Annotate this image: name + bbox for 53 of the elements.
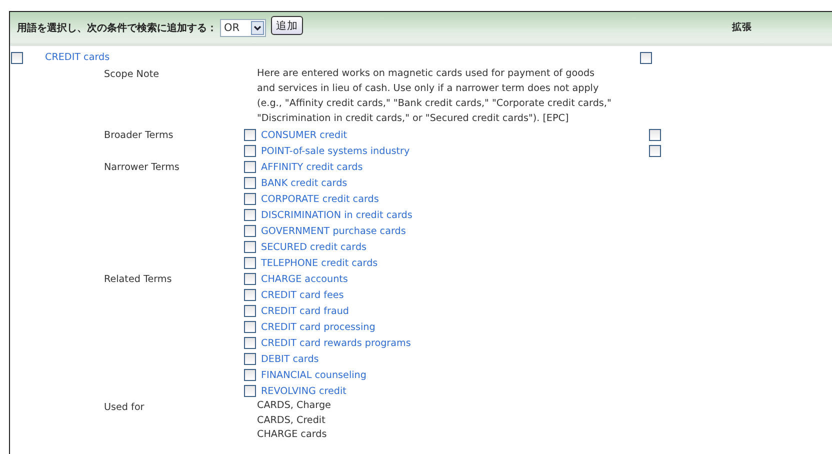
checkbox[interactable] <box>244 241 256 253</box>
checkbox[interactable] <box>244 209 256 221</box>
operator-select[interactable]: OR <box>220 18 266 36</box>
term-link[interactable]: SECURED credit cards <box>261 242 367 252</box>
term-link[interactable]: CONSUMER credit <box>261 130 348 140</box>
term-link[interactable]: CREDIT card fees <box>261 290 344 300</box>
checkbox[interactable] <box>244 369 256 381</box>
section-label: Related Terms <box>104 273 173 287</box>
checkbox[interactable] <box>244 129 256 141</box>
instruction-label: 用語を選択し、次の条件で検索に追加する： <box>17 22 217 34</box>
section-label: Broader Terms <box>104 129 174 143</box>
term-link[interactable]: POINT-of-sale systems industry <box>261 146 410 156</box>
term-link[interactable]: CREDIT card processing <box>261 322 376 332</box>
add-button[interactable]: 追加 <box>271 16 303 35</box>
checkbox[interactable] <box>244 385 256 397</box>
checkbox[interactable] <box>244 257 256 269</box>
term-link[interactable]: GOVERNMENT purchase cards <box>261 226 406 236</box>
term-link[interactable]: AFFINITY credit cards <box>261 162 363 172</box>
used-for-term: CHARGE cards <box>257 428 327 442</box>
scope-note: Here are entered works on magnetic cards used for payment of goods and services in lieu of cash. Use only if a narrower term does not apply (e.g., "Affinity credit cards," "Bank credit cards," "Corporate credit cards," "Discrimination in credit cards," or "Secured credit cards"). [EPC] <box>257 67 612 126</box>
term-link[interactable]: TELEPHONE credit cards <box>261 258 378 268</box>
checkbox[interactable] <box>244 273 256 285</box>
checkbox[interactable] <box>244 145 256 157</box>
used-for-term: CARDS, Credit <box>257 414 326 428</box>
section-label: Used for <box>104 401 146 415</box>
used-for-term: CARDS, Charge <box>257 399 331 413</box>
checkbox[interactable] <box>640 52 652 64</box>
term-link[interactable]: DISCRIMINATION in credit cards <box>261 210 412 220</box>
term-link[interactable]: FINANCIAL counseling <box>261 370 366 380</box>
checkbox[interactable] <box>244 305 256 317</box>
term-link[interactable]: CREDIT cards <box>45 52 640 63</box>
checkbox[interactable] <box>244 161 256 173</box>
term-link[interactable]: REVOLVING credit <box>261 386 346 396</box>
dropdown-icon <box>251 20 264 34</box>
term-link[interactable]: CREDIT card rewards programs <box>261 338 411 348</box>
checkbox[interactable] <box>244 337 256 349</box>
checkbox[interactable] <box>11 52 23 64</box>
checkbox[interactable] <box>244 289 256 301</box>
checkbox[interactable] <box>244 353 256 365</box>
checkbox[interactable] <box>649 129 661 141</box>
checkbox[interactable] <box>649 145 661 157</box>
term-link[interactable]: CHARGE accounts <box>261 274 348 284</box>
column-header: 拡張 <box>730 21 752 34</box>
term-link[interactable]: CREDIT card fraud <box>261 306 349 316</box>
term-link[interactable]: BANK credit cards <box>261 178 348 188</box>
term-link[interactable]: DEBIT cards <box>261 354 319 364</box>
section-label: Narrower Terms <box>104 161 180 175</box>
term-link[interactable]: CORPORATE credit cards <box>261 194 379 204</box>
checkbox[interactable] <box>244 225 256 237</box>
checkbox[interactable] <box>244 193 256 205</box>
section-label: Scope Note <box>104 68 160 82</box>
checkbox[interactable] <box>244 321 256 333</box>
checkbox[interactable] <box>244 177 256 189</box>
